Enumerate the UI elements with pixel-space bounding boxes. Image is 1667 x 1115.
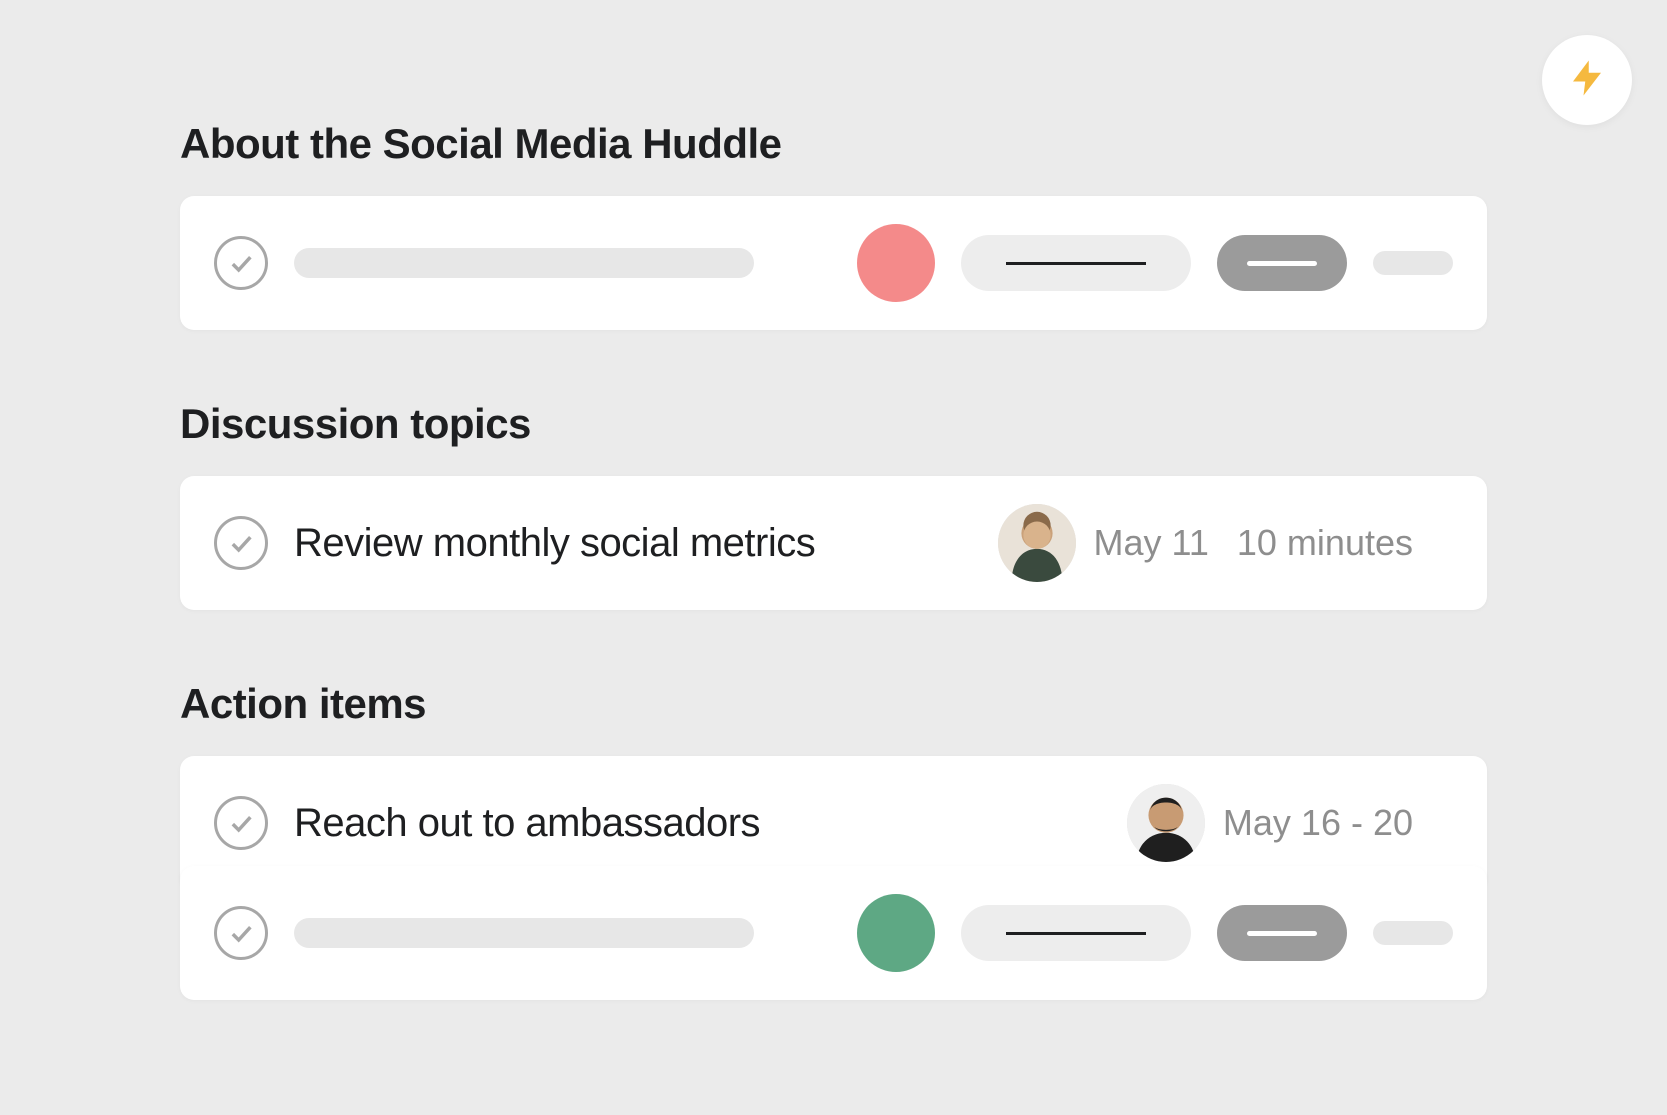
section-about: About the Social Media Huddle <box>180 120 1487 330</box>
assignee-avatar-placeholder[interactable] <box>857 894 935 972</box>
section-discussion: Discussion topics Review monthly social … <box>180 400 1487 610</box>
field-stub-placeholder <box>1373 921 1453 945</box>
task-row-placeholder[interactable] <box>180 196 1487 330</box>
task-title-placeholder <box>294 918 754 948</box>
task-title-placeholder <box>294 248 754 278</box>
complete-checkbox[interactable] <box>214 796 268 850</box>
section-action-items: Action items Reach out to ambassadors Ma… <box>180 680 1487 1000</box>
field-stub-placeholder <box>1373 251 1453 275</box>
section-title-about: About the Social Media Huddle <box>180 120 1487 168</box>
section-title-discussion: Discussion topics <box>180 400 1487 448</box>
task-date: May 11 <box>1094 522 1209 564</box>
task-title: Reach out to ambassadors <box>294 801 1101 846</box>
task-title: Review monthly social metrics <box>294 521 972 566</box>
field-pill-placeholder[interactable] <box>961 235 1191 291</box>
task-duration: 10 minutes <box>1237 522 1413 564</box>
assignee-avatar[interactable] <box>998 504 1076 582</box>
lightning-icon <box>1566 57 1608 104</box>
assignee-avatar-placeholder[interactable] <box>857 224 935 302</box>
assignee-avatar[interactable] <box>1127 784 1205 862</box>
automation-badge[interactable] <box>1542 35 1632 125</box>
task-row-placeholder[interactable] <box>180 866 1487 1000</box>
task-date: May 16 - 20 <box>1223 802 1413 844</box>
task-row[interactable]: Review monthly social metrics May 11 10 … <box>180 476 1487 610</box>
section-title-action-items: Action items <box>180 680 1487 728</box>
tag-pill-placeholder[interactable] <box>1217 905 1347 961</box>
field-pill-placeholder[interactable] <box>961 905 1191 961</box>
complete-checkbox[interactable] <box>214 516 268 570</box>
complete-checkbox[interactable] <box>214 236 268 290</box>
tag-pill-placeholder[interactable] <box>1217 235 1347 291</box>
complete-checkbox[interactable] <box>214 906 268 960</box>
